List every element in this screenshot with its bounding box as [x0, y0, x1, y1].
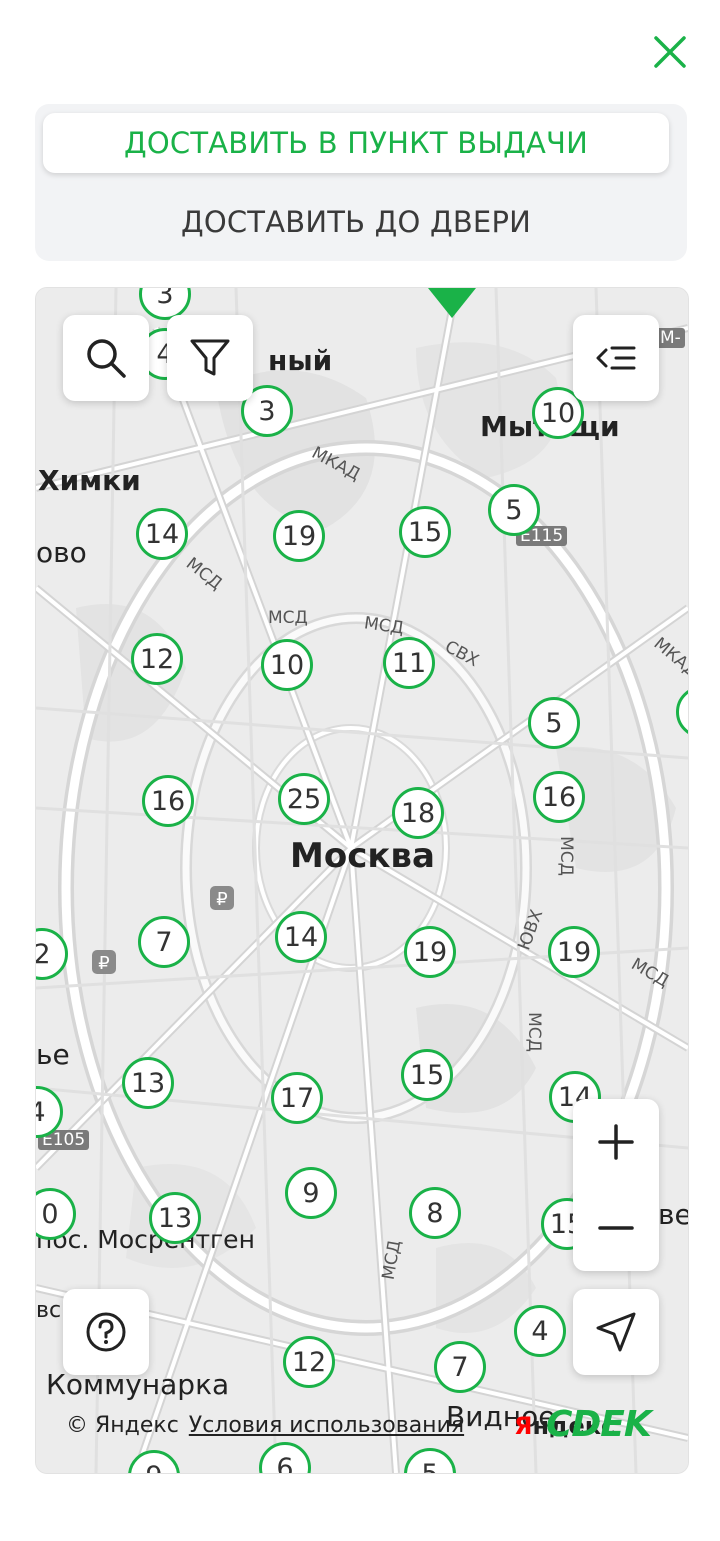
help-button[interactable] — [63, 1289, 149, 1375]
map-list-button[interactable] — [573, 315, 659, 401]
close-button[interactable] — [646, 28, 694, 76]
svg-text:₽: ₽ — [98, 953, 109, 974]
pickup-cluster[interactable]: 14 — [275, 911, 327, 963]
pickup-cluster[interactable]: 15 — [401, 1049, 453, 1101]
pickup-cluster[interactable]: 5 — [528, 697, 580, 749]
pickup-cluster[interactable]: 7 — [138, 916, 190, 968]
pickup-cluster[interactable]: 8 — [409, 1187, 461, 1239]
map-label-moscow: Москва — [290, 836, 435, 876]
zoom-out-button[interactable] — [573, 1185, 659, 1271]
pickup-cluster[interactable]: 7 — [434, 1341, 486, 1393]
pickup-cluster[interactable]: 9 — [285, 1167, 337, 1219]
map-search-button[interactable] — [63, 315, 149, 401]
map-label-khimki: Химки — [38, 464, 141, 497]
zoom-in-button[interactable] — [573, 1099, 659, 1185]
cdek-logo: CDEK — [546, 1404, 652, 1445]
question-icon — [86, 1312, 126, 1352]
road-label-msd-2: МСД — [268, 608, 308, 628]
map-filter-button[interactable] — [167, 315, 253, 401]
map-attribution: © Яндекс Условия использования — [66, 1413, 464, 1438]
pickup-cluster[interactable]: 15 — [399, 506, 451, 558]
pickup-cluster[interactable]: 11 — [383, 637, 435, 689]
search-icon — [87, 339, 126, 378]
pickup-cluster[interactable]: 16 — [142, 775, 194, 827]
tab-door-delivery[interactable]: ДОСТАВИТЬ ДО ДВЕРИ — [43, 192, 669, 252]
map[interactable]: ₽ ₽ Москва Химки Мытищи Коммунарка Видно… — [35, 287, 689, 1474]
map-label-partial-2: ово — [36, 536, 87, 569]
terms-link[interactable]: Условия использования — [189, 1413, 464, 1438]
map-label-partial-4: ве — [658, 1198, 689, 1231]
pickup-cluster[interactable]: 18 — [392, 787, 444, 839]
zoom-control — [573, 1099, 659, 1271]
pickup-cluster[interactable]: 13 — [149, 1192, 201, 1244]
pickup-cluster[interactable]: 13 — [122, 1057, 174, 1109]
road-label-msd-5: МСД — [523, 1012, 544, 1052]
pickup-cluster[interactable]: 12 — [283, 1336, 335, 1388]
locate-me-button[interactable] — [573, 1289, 659, 1375]
pickup-cluster[interactable]: 5 — [488, 484, 540, 536]
close-icon — [654, 36, 686, 68]
pickup-cluster[interactable]: 4 — [514, 1305, 566, 1357]
pickup-cluster[interactable]: 16 — [533, 771, 585, 823]
plus-icon — [598, 1124, 634, 1160]
pickup-cluster[interactable]: 19 — [273, 510, 325, 562]
pickup-cluster[interactable]: 19 — [404, 926, 456, 978]
road-badge-m: M- — [656, 328, 685, 348]
yandex-logo-red: Я — [514, 1412, 533, 1440]
svg-text:₽: ₽ — [216, 889, 227, 910]
list-icon — [596, 346, 636, 370]
map-label-partial-3: ье — [36, 1038, 70, 1071]
road-label-msd-4: МСД — [555, 836, 576, 876]
pickup-cluster[interactable]: 19 — [548, 926, 600, 978]
copyright-text: © Яндекс — [66, 1413, 179, 1438]
map-label-partial-1: ный — [268, 344, 333, 377]
navigation-arrow-icon — [596, 1312, 636, 1352]
pickup-point-modal: ДОСТАВИТЬ В ПУНКТ ВЫДАЧИ ДОСТАВИТЬ ДО ДВ… — [0, 0, 720, 1541]
filter-icon — [190, 339, 230, 376]
minus-icon — [598, 1226, 634, 1230]
pickup-cluster[interactable]: 14 — [136, 508, 188, 560]
delivery-type-switch: ДОСТАВИТЬ В ПУНКТ ВЫДАЧИ ДОСТАВИТЬ ДО ДВ… — [35, 104, 687, 261]
pickup-cluster[interactable]: 10 — [261, 639, 313, 691]
pickup-cluster[interactable]: 17 — [271, 1072, 323, 1124]
pickup-cluster[interactable]: 12 — [131, 633, 183, 685]
tab-pickup-point[interactable]: ДОСТАВИТЬ В ПУНКТ ВЫДАЧИ — [43, 113, 669, 173]
pickup-cluster[interactable]: 25 — [278, 773, 330, 825]
